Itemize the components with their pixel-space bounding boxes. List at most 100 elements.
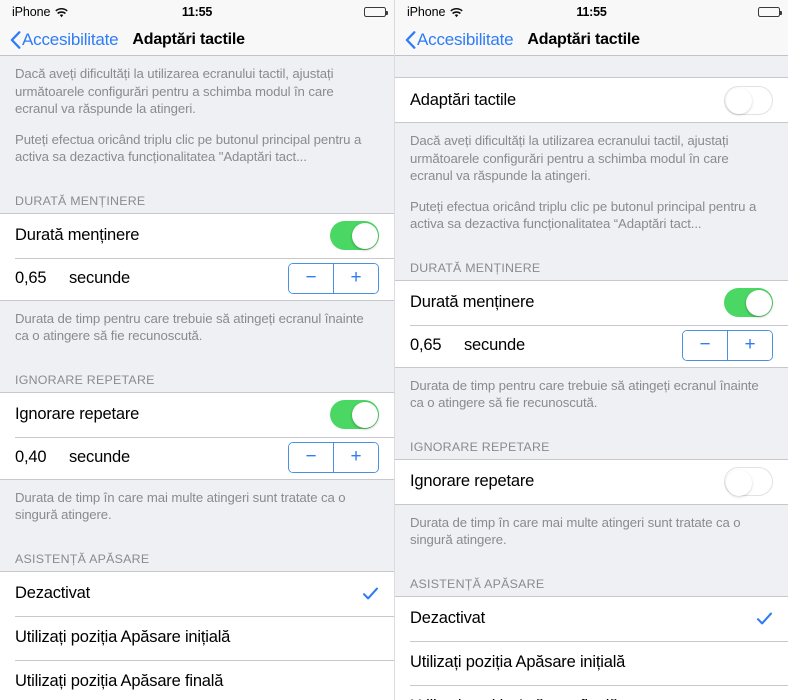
hold-duration-stepper[interactable]: − + bbox=[682, 330, 773, 361]
hold-duration-increment-button[interactable]: + bbox=[727, 331, 772, 360]
status-bar: iPhone 11:55 bbox=[0, 0, 394, 24]
top-spacer bbox=[395, 56, 788, 77]
ignore-repeat-unit: secunde bbox=[69, 448, 130, 466]
status-bar-left: iPhone bbox=[407, 5, 464, 19]
hold-duration-label: Durată menținere bbox=[15, 226, 140, 244]
tap-assistance-group: Dezactivat Utilizați poziția Apăsare ini… bbox=[0, 570, 394, 700]
hold-duration-stepper-row[interactable]: 0,65 secunde − + bbox=[0, 257, 394, 300]
hold-duration-stepper-row[interactable]: 0,65 secunde − + bbox=[395, 324, 788, 367]
ignore-repeat-value: 0,40 bbox=[15, 448, 47, 466]
hold-duration-footnote-text: Durata de timp pentru care trebuie să at… bbox=[410, 377, 759, 411]
back-button-label: Accesibilitate bbox=[22, 29, 119, 49]
tap-assist-option-final[interactable]: Utilizați poziția Apăsare finală bbox=[395, 684, 788, 700]
hold-duration-section-header: DURATĂ MENȚINERE bbox=[15, 193, 146, 208]
ignore-repeat-toggle-row[interactable]: Ignorare repetare bbox=[0, 392, 394, 437]
checkmark-icon bbox=[756, 610, 773, 627]
tap-assist-option-off-label: Dezactivat bbox=[410, 609, 486, 627]
navigation-bar: Accesibilitate Adaptări tactile bbox=[0, 24, 394, 56]
carrier-label: iPhone bbox=[407, 5, 446, 19]
hold-duration-decrement-button[interactable]: − bbox=[289, 264, 333, 293]
navigation-bar: Accesibilitate Adaptări tactile bbox=[395, 24, 788, 56]
hold-duration-group: Durată menținere 0,65 secunde − + bbox=[395, 279, 788, 368]
ignore-repeat-label: Ignorare repetare bbox=[15, 405, 140, 423]
touch-accommodations-toggle[interactable] bbox=[724, 85, 773, 115]
back-button-label: Accesibilitate bbox=[417, 29, 514, 49]
tap-assist-option-initial[interactable]: Utilizați poziția Apăsare inițială bbox=[0, 615, 394, 660]
hold-duration-toggle-row[interactable]: Durată menținere bbox=[395, 280, 788, 325]
status-bar-right bbox=[364, 6, 388, 18]
chevron-left-icon bbox=[405, 30, 416, 49]
checkmark-icon bbox=[362, 585, 379, 602]
tap-assist-option-initial[interactable]: Utilizați poziția Apăsare inițială bbox=[395, 640, 788, 685]
ignore-repeat-stepper-row[interactable]: 0,40 secunde − + bbox=[0, 436, 394, 479]
status-bar-right bbox=[758, 6, 782, 18]
ignore-repeat-footnote: Durata de timp în care mai multe atinger… bbox=[0, 480, 394, 535]
touch-accommodations-label: Adaptări tactile bbox=[410, 90, 516, 109]
touch-accommodations-toggle-row[interactable]: Adaptări tactile bbox=[395, 78, 788, 122]
back-button[interactable]: Accesibilitate bbox=[405, 29, 514, 50]
chevron-left-icon bbox=[10, 30, 21, 49]
ignore-repeat-decrement-button[interactable]: − bbox=[289, 443, 333, 472]
hold-duration-toggle[interactable] bbox=[330, 221, 379, 250]
toggle-knob bbox=[725, 88, 752, 114]
ignore-repeat-footnote-text: Durata de timp în care mai multe atinger… bbox=[15, 489, 346, 523]
ignore-repeat-group: Ignorare repetare 0,40 secunde − + bbox=[0, 391, 394, 480]
hold-duration-increment-button[interactable]: + bbox=[333, 264, 378, 293]
toggle-knob bbox=[351, 222, 378, 249]
wifi-icon bbox=[55, 7, 69, 19]
ignore-repeat-footnote: Durata de timp în care mai multe atinger… bbox=[395, 505, 788, 560]
back-button[interactable]: Accesibilitate bbox=[10, 29, 119, 50]
toggle-knob bbox=[351, 401, 378, 428]
intro-footnote: Dacă aveți dificultăți la utilizarea ecr… bbox=[0, 56, 394, 177]
ignore-repeat-section-header: IGNORARE REPETARE bbox=[15, 372, 155, 387]
hold-duration-stepper[interactable]: − + bbox=[288, 263, 379, 294]
ignore-repeat-stepper[interactable]: − + bbox=[288, 442, 379, 473]
hold-duration-unit: secunde bbox=[69, 269, 130, 287]
ignore-repeat-toggle[interactable] bbox=[724, 467, 773, 496]
battery-icon bbox=[364, 6, 388, 18]
ignore-repeat-label: Ignorare repetare bbox=[410, 472, 535, 490]
ignore-repeat-footnote-text: Durata de timp în care mai multe atinger… bbox=[410, 514, 741, 548]
tap-assist-option-off[interactable]: Dezactivat bbox=[395, 596, 788, 641]
tap-assist-option-final-label: Utilizați poziția Apăsare finală bbox=[15, 672, 224, 690]
settings-scroll-area[interactable]: Dacă aveți dificultăți la utilizarea ecr… bbox=[0, 56, 394, 700]
tap-assistance-section-header: ASISTENȚĂ APĂSARE bbox=[410, 576, 545, 591]
hold-duration-toggle-row[interactable]: Durată menținere bbox=[0, 213, 394, 258]
status-bar-left: iPhone bbox=[12, 5, 69, 19]
hold-duration-section-header: DURATĂ MENȚINERE bbox=[410, 260, 541, 275]
tap-assistance-group: Dezactivat Utilizați poziția Apăsare ini… bbox=[395, 595, 788, 700]
hold-duration-footnote: Durata de timp pentru care trebuie să at… bbox=[395, 368, 788, 423]
hold-duration-label: Durată menținere bbox=[410, 293, 535, 311]
toggle-knob bbox=[725, 469, 752, 496]
settings-scroll-area[interactable]: Adaptări tactile Dacă aveți dificultăți … bbox=[395, 56, 788, 700]
intro-paragraph-1: Dacă aveți dificultăți la utilizarea ecr… bbox=[410, 133, 729, 183]
left-phone-screen: iPhone 11:55 Accesibilitate Adaptări tac… bbox=[0, 0, 394, 700]
ignore-repeat-group: Ignorare repetare bbox=[395, 458, 788, 505]
hold-duration-decrement-button[interactable]: − bbox=[683, 331, 727, 360]
page-title: Adaptări tactile bbox=[132, 30, 245, 48]
hold-duration-toggle[interactable] bbox=[724, 288, 773, 317]
tap-assist-option-final[interactable]: Utilizați poziția Apăsare finală bbox=[0, 659, 394, 700]
hold-duration-value: 0,65 bbox=[15, 269, 47, 287]
hold-duration-footnote-text: Durata de timp pentru care trebuie să at… bbox=[15, 310, 364, 344]
tap-assist-option-off[interactable]: Dezactivat bbox=[0, 571, 394, 616]
hold-duration-value: 0,65 bbox=[410, 336, 442, 354]
toggle-knob bbox=[745, 289, 772, 316]
tap-assistance-section-header: ASISTENȚĂ APĂSARE bbox=[15, 551, 150, 566]
touch-accommodations-group: Adaptări tactile bbox=[395, 77, 788, 123]
tap-assist-option-initial-label: Utilizați poziția Apăsare inițială bbox=[15, 628, 231, 646]
tap-assist-option-off-label: Dezactivat bbox=[15, 584, 91, 602]
status-bar: iPhone 11:55 bbox=[395, 0, 788, 24]
ignore-repeat-toggle-row[interactable]: Ignorare repetare bbox=[395, 459, 788, 504]
ignore-repeat-increment-button[interactable]: + bbox=[333, 443, 378, 472]
ignore-repeat-toggle[interactable] bbox=[330, 400, 379, 429]
carrier-label: iPhone bbox=[12, 5, 51, 19]
intro-paragraph-2: Puteți efectua oricând triplu clic pe bu… bbox=[15, 131, 362, 165]
intro-footnote: Dacă aveți dificultăți la utilizarea ecr… bbox=[395, 123, 788, 244]
wifi-icon bbox=[450, 7, 464, 19]
hold-duration-group: Durată menținere 0,65 secunde − + bbox=[0, 212, 394, 301]
page-title: Adaptări tactile bbox=[527, 30, 640, 48]
hold-duration-footnote: Durata de timp pentru care trebuie să at… bbox=[0, 301, 394, 356]
tap-assist-option-initial-label: Utilizați poziția Apăsare inițială bbox=[410, 653, 626, 671]
right-phone-screen: iPhone 11:55 Accesibilitate Adaptări tac… bbox=[394, 0, 788, 700]
